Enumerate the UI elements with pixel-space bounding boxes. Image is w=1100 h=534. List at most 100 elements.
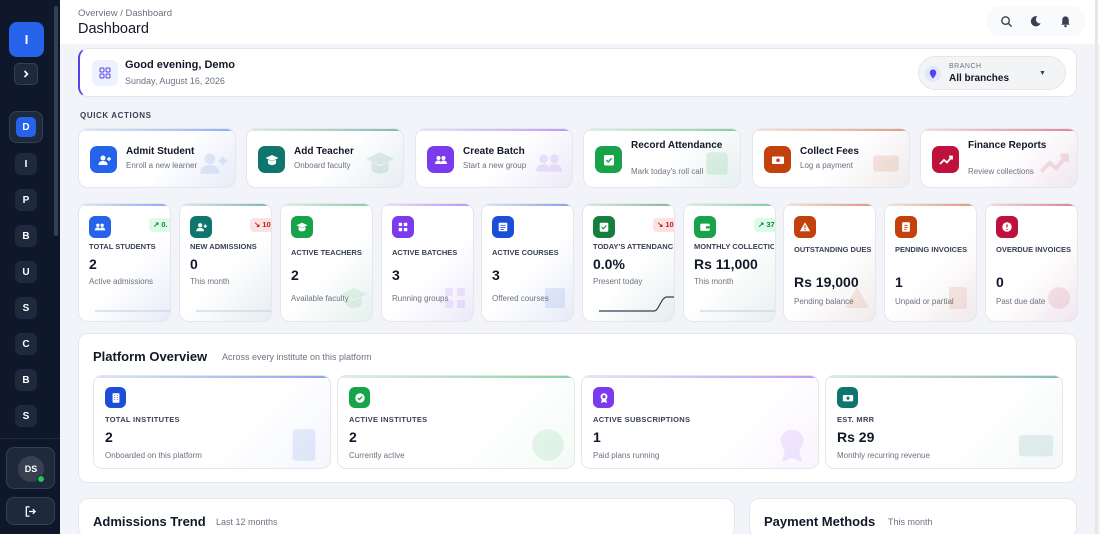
sidebar-expand-button[interactable] bbox=[14, 63, 38, 85]
search-icon[interactable] bbox=[1000, 15, 1013, 28]
clipboard-check-icon bbox=[603, 154, 614, 165]
kpi-card-outstanding-dues[interactable]: OUTSTANDING DUES Rs 19,000 Pending balance bbox=[783, 203, 876, 322]
quick-action-create-batch[interactable]: Create Batch Start a new group bbox=[415, 128, 573, 188]
sidebar-item-s2[interactable]: S bbox=[15, 405, 37, 427]
kpi-card-pending-invoices[interactable]: PENDING INVOICES 1 Unpaid or partial bbox=[884, 203, 977, 322]
sidebar-item-i[interactable]: I bbox=[15, 153, 37, 175]
users-icon bbox=[94, 223, 106, 231]
admissions-trend-card: Admissions Trend Last 12 months bbox=[78, 498, 735, 534]
sidebar-item-dashboard[interactable]: D bbox=[9, 111, 43, 143]
watermark-icon bbox=[441, 284, 469, 317]
sparkline bbox=[599, 296, 674, 312]
sidebar-item-label: D bbox=[16, 117, 36, 137]
kpi-icon bbox=[895, 216, 917, 238]
platform-title: Platform Overview bbox=[93, 349, 208, 364]
kpi-card-new-admissions[interactable]: ↘ 100. NEW ADMISSIONS 0 This month bbox=[179, 203, 272, 322]
greeting-title: Good evening, Demo bbox=[125, 59, 236, 71]
watermark-icon bbox=[871, 148, 901, 183]
kpi-value: 3 bbox=[392, 267, 400, 283]
kpi-label: NEW ADMISSIONS bbox=[190, 242, 257, 251]
kpi-subtitle: Active admissions bbox=[89, 277, 154, 286]
kpi-card-active-courses[interactable]: ACTIVE COURSES 3 Offered courses bbox=[481, 203, 574, 322]
kpi-value: 0 bbox=[996, 274, 1004, 290]
watermark-icon bbox=[1039, 148, 1069, 183]
quick-action-add-teacher[interactable]: Add Teacher Onboard faculty bbox=[246, 128, 404, 188]
accent-bar bbox=[180, 204, 271, 206]
kpi-subtitle: Running groups bbox=[392, 294, 449, 303]
platform-card-active-subscriptions[interactable]: ACTIVE SUBSCRIPTIONS 1 Paid plans running bbox=[581, 375, 819, 469]
kpi-card-active-teachers[interactable]: ACTIVE TEACHERS 2 Available faculty bbox=[280, 203, 373, 322]
book-icon bbox=[545, 288, 565, 308]
bell-icon[interactable] bbox=[1059, 15, 1072, 28]
sidebar-item-c[interactable]: C bbox=[15, 333, 37, 355]
sidebar-item-b[interactable]: B bbox=[15, 225, 37, 247]
logout-button[interactable] bbox=[6, 497, 55, 525]
breadcrumb[interactable]: Overview / Dashboard bbox=[78, 8, 172, 19]
platform-card-subtitle: Onboarded on this platform bbox=[105, 451, 202, 460]
trend-chart-icon bbox=[938, 155, 953, 165]
platform-card-total-institutes[interactable]: TOTAL INSTITUTES 2 Onboarded on this platf… bbox=[93, 375, 331, 469]
cash-icon bbox=[1018, 435, 1054, 457]
kpi-value: Rs 11,000 bbox=[694, 256, 758, 272]
kpi-subtitle: This month bbox=[190, 277, 230, 286]
accent-bar bbox=[382, 204, 473, 206]
kpi-card-active-batches[interactable]: ACTIVE BATCHES 3 Running groups bbox=[381, 203, 474, 322]
grid-icon bbox=[445, 288, 465, 308]
location-pin-icon bbox=[925, 66, 941, 82]
quick-action-subtitle: Review collections bbox=[968, 167, 1034, 176]
kpi-card-total-students[interactable]: ↗ 0. TOTAL STUDENTS 2 Active admissions bbox=[78, 203, 171, 322]
cash-icon bbox=[873, 155, 899, 172]
watermark-icon bbox=[702, 148, 732, 183]
kpi-card-monthly-collection[interactable]: ↗ 37. MONTHLY COLLECTION Rs 11,000 This mon… bbox=[683, 203, 776, 322]
payment-methods-title: Payment Methods bbox=[764, 514, 876, 529]
trend-down-icon: ↘ bbox=[254, 220, 261, 229]
quick-action-admit-student[interactable]: Admit Student Enroll a new learner bbox=[78, 128, 236, 188]
accent-bar bbox=[784, 204, 875, 206]
quick-action-record-attendance[interactable]: Record Attendance Mark today's roll call bbox=[583, 128, 741, 188]
branch-select[interactable]: BRANCH All branches ▼ bbox=[918, 56, 1066, 90]
platform-card-active-institutes[interactable]: ACTIVE INSTITUTES 2 Currently active bbox=[337, 375, 575, 469]
quick-action-subtitle: Enroll a new learner bbox=[126, 161, 198, 170]
kpi-value: 3 bbox=[492, 267, 500, 283]
quick-action-icon bbox=[427, 146, 454, 173]
accent-bar bbox=[684, 204, 775, 206]
kpi-label: ACTIVE COURSES bbox=[492, 248, 559, 257]
kpi-icon bbox=[593, 216, 615, 238]
sidebar-item-u[interactable]: U bbox=[15, 261, 37, 283]
platform-card-value: 2 bbox=[105, 429, 113, 445]
sidebar-scrollbar[interactable] bbox=[54, 6, 58, 236]
page-scrollbar[interactable] bbox=[1095, 0, 1098, 534]
platform-card-label: ACTIVE INSTITUTES bbox=[349, 415, 428, 424]
quick-action-finance-reports[interactable]: Finance Reports Review collections bbox=[920, 128, 1078, 188]
moon-icon[interactable] bbox=[1029, 15, 1042, 28]
quick-action-subtitle: Mark today's roll call bbox=[631, 167, 704, 176]
quick-action-subtitle: Onboard faculty bbox=[294, 161, 351, 170]
trend-chart-icon bbox=[1039, 153, 1069, 173]
platform-card-label: EST. MRR bbox=[837, 415, 875, 424]
trend-value: 100. bbox=[262, 220, 271, 229]
kpi-card-today-s-attendance[interactable]: ↘ 100. TODAY'S ATTENDANCE 0.0% Present toda… bbox=[582, 203, 675, 322]
kpi-label: TOTAL STUDENTS bbox=[89, 242, 156, 251]
trend-badge: ↗ 0. bbox=[149, 218, 170, 232]
user-profile-button[interactable]: DS bbox=[6, 447, 55, 489]
sidebar-divider bbox=[0, 438, 60, 439]
watermark-icon bbox=[772, 425, 812, 468]
quick-action-collect-fees[interactable]: Collect Fees Log a payment bbox=[752, 128, 910, 188]
sidebar-item-p[interactable]: P bbox=[15, 189, 37, 211]
top-header: Overview / Dashboard Dashboard bbox=[60, 0, 1100, 44]
platform-card-subtitle: Paid plans running bbox=[593, 451, 660, 460]
platform-card-est-mrr[interactable]: EST. MRR Rs 29 Monthly recurring revenue bbox=[825, 375, 1063, 469]
app-logo[interactable]: I bbox=[9, 22, 44, 57]
sidebar-item-s[interactable]: S bbox=[15, 297, 37, 319]
kpi-label: PENDING INVOICES bbox=[895, 245, 968, 254]
platform-card-icon bbox=[593, 387, 614, 408]
logout-icon bbox=[25, 505, 37, 517]
kpi-card-overdue-invoices[interactable]: OVERDUE INVOICES 0 Past due date bbox=[985, 203, 1078, 322]
sidebar-item-b2[interactable]: B bbox=[15, 369, 37, 391]
award-icon bbox=[780, 429, 804, 463]
payment-methods-subtitle: This month bbox=[888, 517, 933, 527]
grid-icon bbox=[398, 222, 408, 232]
accent-bar bbox=[79, 204, 170, 206]
accent-bar bbox=[94, 376, 330, 378]
accent-bar bbox=[753, 129, 909, 131]
